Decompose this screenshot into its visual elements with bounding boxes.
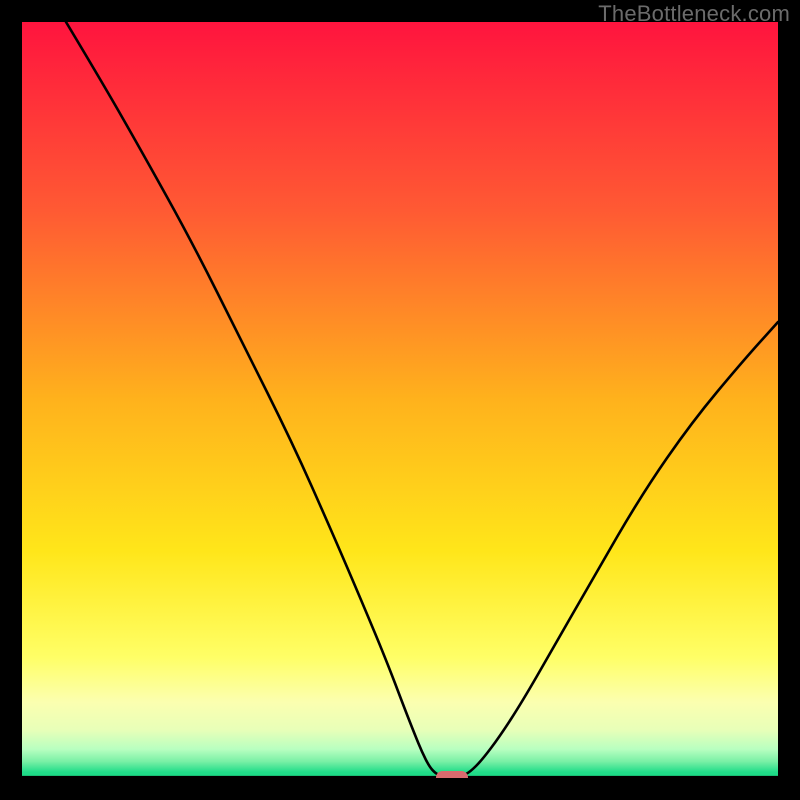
bottleneck-curve bbox=[66, 22, 778, 776]
target-marker bbox=[436, 771, 468, 778]
chart-frame: TheBottleneck.com bbox=[0, 0, 800, 800]
watermark-text: TheBottleneck.com bbox=[598, 1, 790, 27]
curve-layer bbox=[22, 22, 778, 778]
plot-area bbox=[22, 22, 778, 778]
